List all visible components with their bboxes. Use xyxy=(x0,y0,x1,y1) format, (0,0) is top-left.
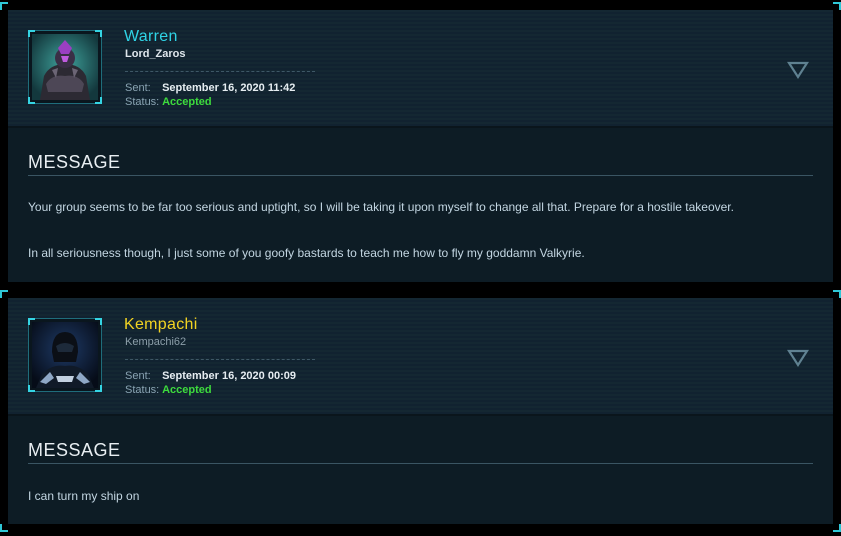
header-divider xyxy=(125,71,315,72)
avatar-corner-icon xyxy=(95,385,102,392)
frame-corner-icon xyxy=(833,2,841,10)
status-badge: Accepted xyxy=(162,96,212,108)
sent-value: September 16, 2020 00:09 xyxy=(162,370,296,382)
sender-name[interactable]: Warren xyxy=(124,28,178,46)
chevron-down-icon[interactable] xyxy=(787,348,809,368)
message-section-rule xyxy=(28,175,813,176)
status-row: Status: Accepted xyxy=(125,96,212,108)
message-paragraph: Your group seems to be far too serious a… xyxy=(28,200,734,214)
avatar-corner-icon xyxy=(28,385,35,392)
avatar-corner-icon xyxy=(28,97,35,104)
message-section-title: MESSAGE xyxy=(28,440,121,460)
sender-avatar-frame[interactable] xyxy=(28,30,102,104)
status-label: Status: xyxy=(125,384,160,396)
sent-label: Sent: xyxy=(125,82,151,94)
status-badge: Accepted xyxy=(162,384,212,396)
sent-row: Sent: September 16, 2020 00:09 xyxy=(125,370,296,382)
status-label: Status: xyxy=(125,96,160,108)
message-header: Warren Lord_Zaros Sent: September 16, 20… xyxy=(8,10,833,128)
sender-avatar-frame[interactable] xyxy=(28,318,102,392)
message-section-title: MESSAGE xyxy=(28,152,121,172)
status-row: Status: Accepted xyxy=(125,384,212,396)
frame-corner-icon xyxy=(833,290,841,298)
frame-corner-icon xyxy=(0,290,8,298)
hooded-pilot-avatar-icon xyxy=(32,322,98,388)
sent-label: Sent: xyxy=(125,370,151,382)
avatar-corner-icon xyxy=(28,30,35,37)
avatar-corner-icon xyxy=(95,318,102,325)
armored-warrior-avatar-icon xyxy=(32,34,98,100)
sender-name[interactable]: Kempachi xyxy=(124,316,198,334)
message-header: Kempachi Kempachi62 Sent: September 16, … xyxy=(8,298,833,416)
sent-value: September 16, 2020 11:42 xyxy=(162,82,296,94)
message-section-rule xyxy=(28,463,813,464)
message-paragraph: I can turn my ship on xyxy=(28,489,140,503)
sender-handle[interactable]: Lord_Zaros xyxy=(125,48,186,60)
avatar-corner-icon xyxy=(95,30,102,37)
sent-row: Sent: September 16, 2020 11:42 xyxy=(125,82,295,94)
avatar-corner-icon xyxy=(28,318,35,325)
message-card: Kempachi Kempachi62 Sent: September 16, … xyxy=(0,290,841,532)
header-divider xyxy=(125,359,315,360)
avatar-corner-icon xyxy=(95,97,102,104)
frame-corner-icon xyxy=(0,2,8,10)
message-paragraph: In all seriousness though, I just some o… xyxy=(28,246,585,260)
message-card: Warren Lord_Zaros Sent: September 16, 20… xyxy=(0,2,841,282)
chevron-down-icon[interactable] xyxy=(787,60,809,80)
frame-corner-icon xyxy=(833,524,841,532)
sender-handle[interactable]: Kempachi62 xyxy=(125,336,186,348)
frame-corner-icon xyxy=(0,524,8,532)
